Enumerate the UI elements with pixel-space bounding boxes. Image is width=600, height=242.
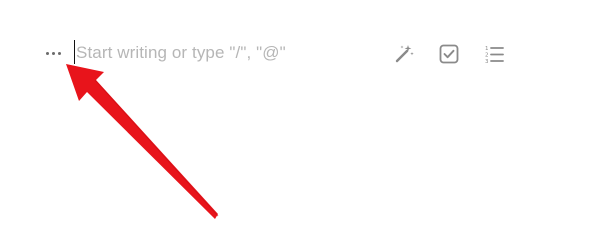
checkbox-icon: [439, 44, 459, 64]
svg-text:3: 3: [485, 59, 489, 65]
magic-wand-button[interactable]: [393, 43, 415, 65]
dot: [45, 51, 49, 55]
editor-placeholder[interactable]: Start writing or type "/", "@": [76, 40, 286, 66]
svg-text:1: 1: [485, 46, 489, 52]
dot: [51, 51, 55, 55]
numbered-list-icon: 1 2 3: [485, 46, 504, 65]
checkbox-button[interactable]: [438, 43, 460, 65]
magic-wand-icon: [395, 45, 414, 63]
numbered-list-button[interactable]: 1 2 3: [483, 43, 505, 65]
text-caret: [74, 40, 75, 64]
svg-text:2: 2: [485, 53, 489, 59]
dot: [57, 51, 61, 55]
more-horizontal-icon[interactable]: [42, 43, 64, 63]
editor-block[interactable]: Start writing or type "/", "@" 1 2 3: [0, 0, 600, 242]
